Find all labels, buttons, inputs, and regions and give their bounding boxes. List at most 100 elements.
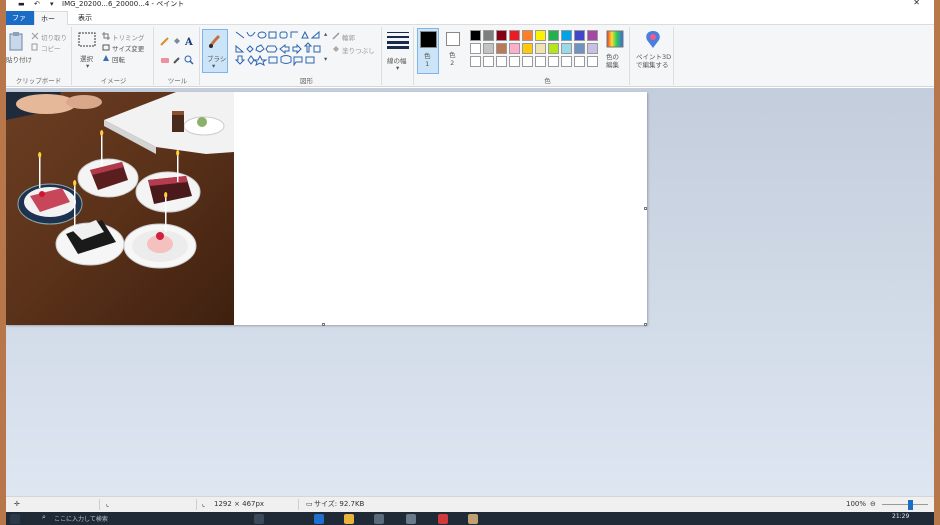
drawing-canvas[interactable] xyxy=(6,92,647,326)
tab-view[interactable]: 表示 xyxy=(72,11,98,25)
svg-text:A: A xyxy=(184,37,193,46)
copy-icon[interactable] xyxy=(31,43,39,51)
palette-swatch[interactable] xyxy=(470,56,481,67)
tab-file[interactable]: ファイル xyxy=(6,11,34,36)
palette-swatch[interactable] xyxy=(535,30,546,41)
palette-swatch[interactable] xyxy=(509,56,520,67)
size-dropdown-icon[interactable]: ▾ xyxy=(396,64,399,72)
edit-colors-button[interactable]: 色の 編集 xyxy=(606,53,619,69)
rotate-icon[interactable] xyxy=(102,54,110,62)
palette-swatch[interactable] xyxy=(535,56,546,67)
window-title: IMG_20200...6_20000...4 - ペイント xyxy=(62,0,185,8)
start-icon[interactable] xyxy=(10,514,20,524)
shape-fill-icon[interactable] xyxy=(332,45,340,53)
resize-handle-right[interactable] xyxy=(644,207,647,210)
save-icon[interactable]: ▬ xyxy=(18,0,25,8)
shapes-expand-icon[interactable]: ▾ xyxy=(324,55,327,63)
paint3d-button[interactable]: ペイント3D で編集する xyxy=(636,53,671,69)
file-size: サイズ: 92.7KB xyxy=(314,500,365,508)
cut-icon[interactable] xyxy=(31,32,39,40)
store-icon[interactable] xyxy=(374,514,384,524)
palette-swatch[interactable] xyxy=(496,43,507,54)
palette-swatch[interactable] xyxy=(561,43,572,54)
app-icon[interactable] xyxy=(438,514,448,524)
palette-swatch[interactable] xyxy=(522,30,533,41)
magnifier-icon[interactable] xyxy=(184,55,194,65)
resize-icon[interactable] xyxy=(102,43,110,51)
size-group: 線の幅 ▾ xyxy=(384,27,414,85)
cut-button[interactable]: 切り取り xyxy=(41,32,67,42)
zoom-slider-thumb[interactable] xyxy=(908,500,913,510)
resize-handle-corner[interactable] xyxy=(644,323,647,326)
paste-button[interactable]: 貼り付け xyxy=(6,54,32,64)
palette-swatch[interactable] xyxy=(522,56,533,67)
crop-button[interactable]: トリミング xyxy=(112,32,145,42)
resize-button[interactable]: サイズ変更 xyxy=(112,43,144,53)
shapes-gallery[interactable] xyxy=(234,30,324,66)
palette-swatch[interactable] xyxy=(548,30,559,41)
tools-group-label: ツール xyxy=(167,77,188,85)
file-explorer-icon[interactable] xyxy=(344,514,354,524)
canvas-workspace[interactable] xyxy=(6,88,934,496)
color1-button[interactable]: 色 1 xyxy=(417,28,439,74)
outline-button[interactable]: 輪郭 xyxy=(342,32,355,42)
select-dropdown-icon[interactable]: ▾ xyxy=(86,62,89,70)
palette-swatch[interactable] xyxy=(548,56,559,67)
palette-swatch[interactable] xyxy=(470,30,481,41)
tab-home[interactable]: ホーム xyxy=(34,11,68,37)
edit-colors-icon[interactable] xyxy=(606,30,624,48)
undo-icon[interactable]: ↶ xyxy=(34,0,40,8)
taskbar-search-box[interactable]: ここに入力して検索 xyxy=(54,514,108,523)
brushes-label: ブラシ xyxy=(207,55,227,63)
palette-swatch[interactable] xyxy=(574,43,585,54)
brushes-button[interactable]: ブラシ ▾ xyxy=(202,29,228,73)
fill-bucket-icon[interactable] xyxy=(172,36,182,46)
palette-swatch[interactable] xyxy=(587,56,598,67)
zoom-out-icon[interactable]: ⊖ xyxy=(866,497,876,512)
line-width-icon[interactable] xyxy=(387,31,409,49)
palette-swatch[interactable] xyxy=(483,43,494,54)
palette-swatch[interactable] xyxy=(574,30,585,41)
palette-swatch[interactable] xyxy=(561,30,572,41)
shapes-scroll-up-icon[interactable]: ▴ xyxy=(324,30,327,38)
palette-swatch[interactable] xyxy=(483,30,494,41)
palette-swatch[interactable] xyxy=(509,43,520,54)
palette-swatch[interactable] xyxy=(483,56,494,67)
edge-icon[interactable] xyxy=(314,514,324,524)
crop-icon[interactable] xyxy=(102,32,110,40)
select-icon[interactable] xyxy=(78,32,96,48)
photos-icon[interactable] xyxy=(406,514,416,524)
quick-access-dropdown-icon[interactable]: ▾ xyxy=(50,0,54,8)
palette-swatch[interactable] xyxy=(496,30,507,41)
resize-handle-bottom[interactable] xyxy=(322,323,325,326)
zoom-slider-track[interactable] xyxy=(882,504,928,505)
palette-swatch[interactable] xyxy=(587,30,598,41)
shape-fill-button[interactable]: 塗りつぶし xyxy=(342,45,375,55)
eraser-icon[interactable] xyxy=(160,55,170,65)
paste-icon[interactable] xyxy=(8,31,24,51)
colors-group-label: 色 xyxy=(544,77,551,85)
palette-swatch[interactable] xyxy=(496,56,507,67)
rotate-button[interactable]: 回転 xyxy=(112,54,125,64)
color-picker-icon[interactable] xyxy=(172,55,182,65)
text-tool-icon[interactable]: A xyxy=(184,35,194,46)
palette-swatch[interactable] xyxy=(574,56,585,67)
taskbar-search-icon[interactable]: ⌕ xyxy=(42,513,46,522)
palette-swatch[interactable] xyxy=(548,43,559,54)
pencil-icon[interactable] xyxy=(160,36,170,46)
color2-button[interactable]: 色 2 xyxy=(443,28,465,74)
paint3d-icon[interactable] xyxy=(644,30,662,50)
paint-taskbar-icon[interactable] xyxy=(468,514,478,524)
palette-swatch[interactable] xyxy=(535,43,546,54)
paint3d-group: ペイント3D で編集する xyxy=(634,27,674,85)
outline-icon[interactable] xyxy=(332,32,340,40)
copy-button[interactable]: コピー xyxy=(41,43,61,53)
palette-swatch[interactable] xyxy=(587,43,598,54)
palette-swatch[interactable] xyxy=(522,43,533,54)
palette-swatch[interactable] xyxy=(561,56,572,67)
status-bar: ✛ ⌞ ⌞ 1292 × 467px ▭ サイズ: 92.7KB 100% ⊖ xyxy=(6,496,934,512)
palette-swatch[interactable] xyxy=(509,30,520,41)
task-view-icon[interactable] xyxy=(254,514,264,524)
palette-swatch[interactable] xyxy=(470,43,481,54)
close-icon[interactable]: ✕ xyxy=(913,0,920,7)
